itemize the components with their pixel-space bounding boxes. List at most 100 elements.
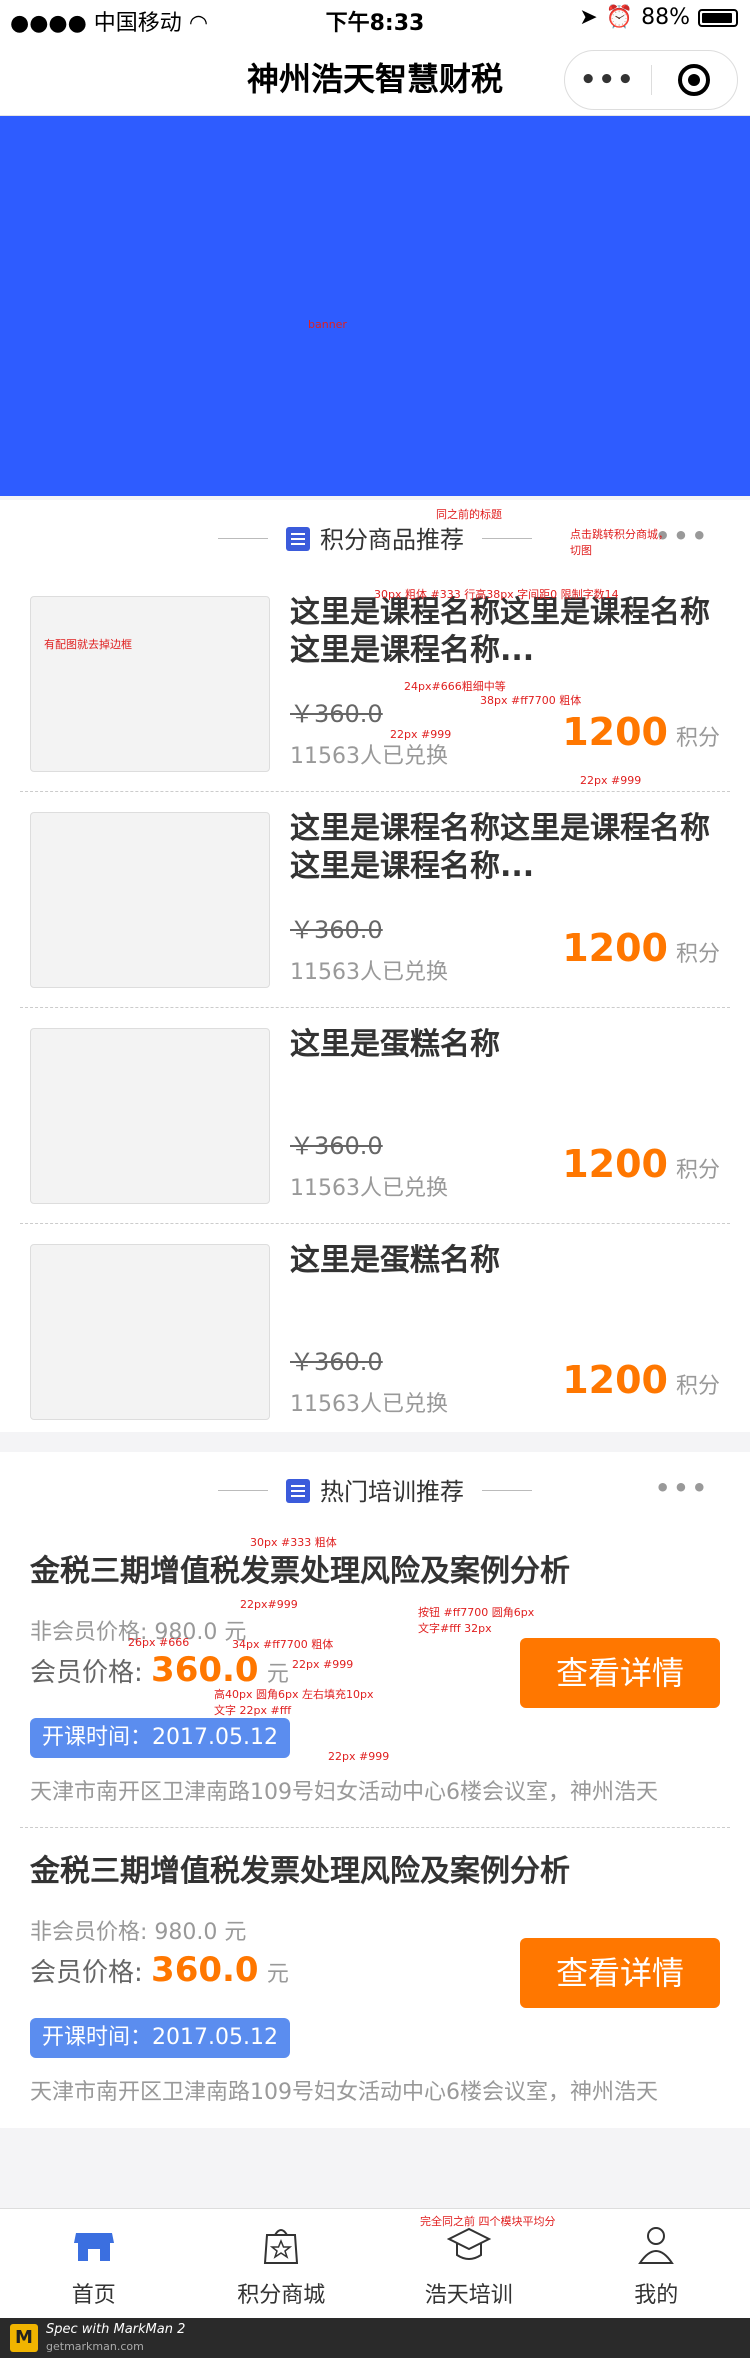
markman-logo: M <box>10 2324 38 2352</box>
annotation-sold: 22px #999 <box>390 728 452 741</box>
home-store-icon <box>73 2233 114 2261</box>
heading-line-right <box>482 1490 532 1491</box>
markman-title: Spec with MarkMan 2 <box>46 2322 186 2337</box>
product-card[interactable]: 这里是蛋糕名称 ￥360.0 11563人已兑换 1200 积分 <box>0 1224 750 1440</box>
training-section-title: 热门培训推荐 <box>0 1472 750 1507</box>
product-name: 这里是蛋糕名称 <box>290 1027 500 1062</box>
product-list: 这里是课程名称这里是课程名称这里是课程名称... ￥360.0 11563人已兑… <box>0 576 750 1432</box>
product-sold-count: 11563人已兑换 <box>290 960 448 985</box>
course-card[interactable]: 金税三期增值税发票处理风险及案例分析 非会员价格: 980.0 元 会员价格: … <box>0 1828 750 2128</box>
points-value: 1200 <box>562 1142 668 1186</box>
points-unit: 积分 <box>675 1374 720 1399</box>
status-bar: ●●●● 中国移动 ◠ 下午8:33 ➤ ⏰ 88% <box>0 0 750 38</box>
points-section-header: 积分商品推荐 ••• 同之前的标题 点击跳转积分商城，切图 <box>0 500 750 576</box>
banner[interactable]: banner <box>0 116 750 496</box>
training-list: 金税三期增值税发票处理风险及案例分析 非会员价格: 980.0 元 会员价格: … <box>0 1528 750 2128</box>
annotation-unit: 22px #999 <box>580 774 642 787</box>
course-title: 金税三期增值税发票处理风险及案例分析 <box>30 1554 570 1589</box>
location-icon: ➤ <box>579 5 598 30</box>
product-thumbnail <box>30 596 270 772</box>
product-name: 这里是课程名称这里是课程名称这里是课程名称... <box>290 595 710 668</box>
training-section-title-text: 热门培训推荐 <box>320 1478 464 1506</box>
points-value: 1200 <box>562 710 668 754</box>
course-address: 天津市南开区卫津南路109号妇女活动中心6楼会议室，神州浩天 <box>30 2080 658 2105</box>
annotation-nonmember: 22px#999 <box>240 1598 298 1611</box>
course-address: 天津市南开区卫津南路109号妇女活动中心6楼会议室，神州浩天 <box>30 1780 658 1805</box>
product-card[interactable]: 这里是蛋糕名称 ￥360.0 11563人已兑换 1200 积分 <box>0 1008 750 1224</box>
member-price-label: 会员价格: <box>30 1658 143 1688</box>
product-old-price: ￥360.0 <box>290 1132 383 1160</box>
member-price-row: 会员价格: 360.0 元 <box>30 1950 289 1990</box>
product-name: 这里是蛋糕名称 <box>290 1243 500 1278</box>
markman-url: getmarkman.com <box>46 2340 144 2353</box>
target-icon <box>678 64 711 96</box>
banner-label: banner <box>308 318 347 331</box>
tab-points-mall[interactable]: 积分商城 <box>188 2209 376 2318</box>
member-price-unit: 元 <box>266 1962 289 1987</box>
course-card[interactable]: 金税三期增值税发票处理风险及案例分析 非会员价格: 980.0 元 会员价格: … <box>0 1528 750 1828</box>
member-price-row: 会员价格: 360.0 元 <box>30 1650 289 1690</box>
product-name: 这里是课程名称这里是课程名称这里是课程名称... <box>290 811 710 884</box>
product-sold-count: 11563人已兑换 <box>290 1392 448 1417</box>
annotation-more: 点击跳转积分商城，切图 <box>570 528 669 557</box>
product-old-price: ￥360.0 <box>290 916 383 944</box>
annotation-title: 同之前的标题 <box>436 508 502 521</box>
view-details-button[interactable]: 查看详情 <box>520 1938 720 2008</box>
training-more-button[interactable]: ••• <box>655 1474 710 1502</box>
points-value: 1200 <box>562 926 668 970</box>
tab-label: 积分商城 <box>237 2283 326 2308</box>
course-date-badge: 开课时间：2017.05.12 <box>30 1718 290 1758</box>
points-unit: 积分 <box>675 942 720 967</box>
close-button[interactable] <box>652 64 738 96</box>
product-card[interactable]: 这里是课程名称这里是课程名称这里是课程名称... ￥360.0 11563人已兑… <box>0 576 750 792</box>
product-sold-count: 11563人已兑换 <box>290 744 448 769</box>
annotation-unit: 22px #999 <box>292 1658 354 1671</box>
annotation-button: 按钮 #ff7700 圆角6px 文字#fff 32px <box>418 1606 535 1635</box>
annotation-address: 22px #999 <box>328 1750 390 1763</box>
view-details-button[interactable]: 查看详情 <box>520 1638 720 1708</box>
member-price: 360.0 <box>151 1950 259 1990</box>
annotation-name: 30px 粗体 #333 行高38px 字间距0 限制字数14 <box>374 588 619 601</box>
tab-mine[interactable]: 我的 <box>563 2209 750 2318</box>
product-old-price: ￥360.0 <box>290 1348 383 1376</box>
battery-percent: 88% <box>641 5 690 30</box>
annotation-badge: 高40px 圆角6px 左右填充10px 文字 22px #fff <box>214 1688 374 1717</box>
heading-line-right <box>482 538 532 539</box>
status-right: ➤ ⏰ 88% <box>579 5 738 30</box>
more-menu-button[interactable]: ••• <box>565 65 651 95</box>
annotation-price: 34px #ff7700 粗体 <box>232 1638 334 1651</box>
product-thumbnail <box>30 1028 270 1204</box>
tab-label: 首页 <box>71 2283 116 2308</box>
product-thumbnail <box>30 1244 270 1420</box>
product-points: 1200 积分 <box>562 926 720 970</box>
tab-home[interactable]: 首页 <box>0 2209 188 2318</box>
mini-program-capsule: ••• <box>564 50 738 110</box>
nonmember-price: 非会员价格: 980.0 元 <box>30 1920 247 1945</box>
markman-footer: M Spec with MarkMan 2 getmarkman.com <box>0 2318 750 2358</box>
product-points: 1200 积分 <box>562 710 720 754</box>
points-section-title-text: 积分商品推荐 <box>320 526 464 554</box>
course-title: 金税三期增值税发票处理风险及案例分析 <box>30 1854 570 1889</box>
product-sold-count: 11563人已兑换 <box>290 1176 448 1201</box>
course-date-badge: 开课时间：2017.05.12 <box>30 2018 290 2058</box>
member-price-unit: 元 <box>266 1662 289 1687</box>
user-icon <box>638 2227 675 2264</box>
tab-label: 浩天培训 <box>424 2283 513 2308</box>
points-unit: 积分 <box>675 726 720 751</box>
product-card[interactable]: 这里是课程名称这里是课程名称这里是课程名称... ￥360.0 11563人已兑… <box>0 792 750 1008</box>
list-icon <box>286 1479 310 1503</box>
nav-bar: 神州浩天智慧财税 ••• <box>0 38 750 116</box>
list-icon <box>286 527 310 551</box>
points-unit: 积分 <box>675 1158 720 1183</box>
training-section-header: 热门培训推荐 ••• <box>0 1452 750 1528</box>
tab-label: 我的 <box>634 2283 679 2308</box>
member-price: 360.0 <box>151 1650 259 1690</box>
battery-icon <box>698 8 738 27</box>
annotation-title: 30px #333 粗体 <box>250 1536 337 1549</box>
points-value: 1200 <box>562 1358 668 1402</box>
tab-training[interactable]: 浩天培训 <box>375 2209 563 2318</box>
product-points: 1200 积分 <box>562 1358 720 1402</box>
product-old-price: ￥360.0 <box>290 700 383 728</box>
annotation-thumb: 有配图就去掉边框 <box>44 638 132 651</box>
member-price-label: 会员价格: <box>30 1958 143 1988</box>
